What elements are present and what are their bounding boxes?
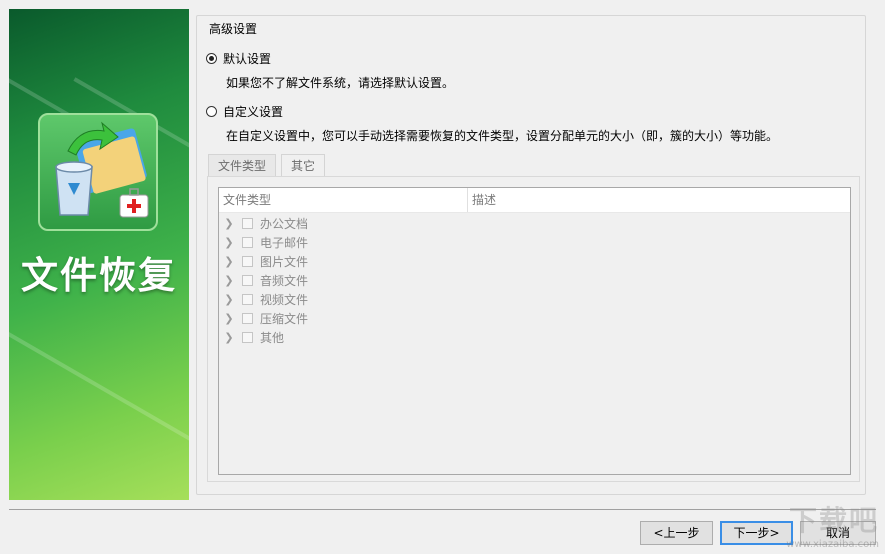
checkbox[interactable] [242,237,253,248]
tree-row-other[interactable]: ❯ 其他 [219,328,850,347]
file-type-tree: 文件类型 描述 ❯ 办公文档 ❯ 电子邮件 ❯ 图片文件 ❯ 音频文件 ❯ 视频… [218,187,851,475]
column-header-description[interactable]: 描述 [468,188,496,212]
list-header: 文件类型 描述 [219,188,850,213]
radio-unchecked-icon[interactable] [206,106,217,117]
default-settings-label: 默认设置 [223,52,272,66]
tree-row-audio[interactable]: ❯ 音频文件 [219,271,850,290]
tab-other[interactable]: 其它 [281,154,326,176]
chevron-right-icon[interactable]: ❯ [219,255,239,268]
checkbox[interactable] [242,294,253,305]
next-button[interactable]: 下一步> [720,521,793,545]
checkbox[interactable] [242,332,253,343]
tree-row-video[interactable]: ❯ 视频文件 [219,290,850,309]
tree-row-label: 办公文档 [260,217,309,231]
tree-row-office[interactable]: ❯ 办公文档 [219,214,850,233]
side-banner: 文件恢复 [9,9,189,500]
checkbox[interactable] [242,218,253,229]
tree-row-label: 图片文件 [260,255,309,269]
tree-row-label: 音频文件 [260,274,309,288]
back-button[interactable]: <上一步 [640,521,713,545]
chevron-right-icon[interactable]: ❯ [219,217,239,230]
tree-row-archives[interactable]: ❯ 压缩文件 [219,309,850,328]
tree-row-label: 视频文件 [260,293,309,307]
watermark-logo: 下载吧 [788,504,879,537]
custom-settings-label: 自定义设置 [223,105,284,119]
chevron-right-icon[interactable]: ❯ [219,331,239,344]
custom-settings-radio[interactable]: 自定义设置 [206,103,283,120]
default-settings-radio[interactable]: 默认设置 [206,50,271,67]
custom-settings-description: 在自定义设置中，您可以手动选择需要恢复的文件类型，设置分配单元的大小（即，簇的大… [226,129,779,143]
checkbox[interactable] [242,256,253,267]
tree-row-label: 压缩文件 [260,312,309,326]
watermark: 下载吧 www.xiazaiba.com [786,499,879,550]
chevron-right-icon[interactable]: ❯ [219,274,239,287]
recycle-bin-folder-medkit-icon [38,113,158,231]
tree-row-email[interactable]: ❯ 电子邮件 [219,233,850,252]
watermark-url: www.xiazaiba.com [786,539,879,550]
tree-row-label: 电子邮件 [260,236,309,250]
tab-file-types[interactable]: 文件类型 [208,154,277,176]
checkbox[interactable] [242,275,253,286]
radio-checked-icon[interactable] [206,53,217,64]
checkbox[interactable] [242,313,253,324]
tree-row-images[interactable]: ❯ 图片文件 [219,252,850,271]
column-header-file-type[interactable]: 文件类型 [219,188,468,212]
default-settings-description: 如果您不了解文件系统，请选择默认设置。 [226,76,455,90]
chevron-right-icon[interactable]: ❯ [219,293,239,306]
tree-row-label: 其他 [260,331,285,345]
banner-title: 文件恢复 [21,254,177,297]
group-title: 高级设置 [206,20,261,37]
footer-divider [9,509,876,510]
chevron-right-icon[interactable]: ❯ [219,312,239,325]
chevron-right-icon[interactable]: ❯ [219,236,239,249]
